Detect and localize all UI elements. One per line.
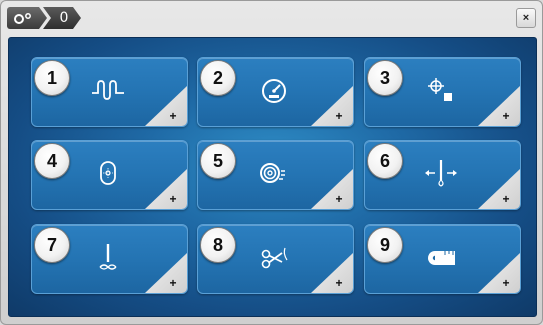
settings-toggle-icon: [13, 11, 35, 25]
tile-7[interactable]: 7 +: [31, 224, 188, 294]
scissors-icon: [261, 247, 288, 269]
tile-number-badge: 4: [34, 143, 70, 179]
needle-arrows-icon: [425, 160, 457, 187]
hoop-icon: [100, 161, 116, 185]
settings-panel: 1 + 2 + 3 + 4 + 5 + 6 + 7 + 8 + 9 +: [8, 37, 537, 317]
plus-icon: +: [502, 276, 510, 290]
breadcrumb: 0: [7, 7, 81, 29]
tile-1[interactable]: 1 +: [31, 57, 188, 127]
tile-number-badge: 5: [200, 143, 236, 179]
tile-number-badge: 9: [367, 227, 403, 263]
tile-corner: [478, 169, 520, 209]
tile-number-badge: 7: [34, 227, 70, 263]
breadcrumb-level[interactable]: 0: [43, 7, 81, 29]
crosshair-square-icon: [428, 78, 452, 101]
plus-icon: +: [502, 192, 510, 206]
tile-6[interactable]: 6 +: [364, 140, 521, 210]
tile-number-badge: 6: [367, 143, 403, 179]
tile-2[interactable]: 2 +: [197, 57, 354, 127]
speed-gauge-icon: [262, 79, 286, 103]
breadcrumb-level-label: 0: [59, 10, 69, 26]
tile-corner: [478, 86, 520, 126]
window-frame: 0 × 1 + 2 + 3 + 4 + 5 + 6 + 7 + 8 + 9 +: [0, 0, 543, 325]
tile-8[interactable]: 8 +: [197, 224, 354, 294]
plus-icon: +: [335, 276, 343, 290]
plus-icon: +: [335, 109, 343, 123]
close-icon: ×: [522, 12, 530, 24]
plus-icon: +: [169, 109, 177, 123]
plus-icon: +: [169, 192, 177, 206]
plus-icon: +: [169, 276, 177, 290]
tile-corner: [145, 86, 187, 126]
tile-number-badge: 8: [200, 227, 236, 263]
tile-corner: [145, 169, 187, 209]
tile-3[interactable]: 3 +: [364, 57, 521, 127]
tile-number-badge: 3: [367, 60, 403, 96]
tile-corner: [478, 253, 520, 293]
tile-corner: [311, 169, 353, 209]
tile-number-badge: 2: [200, 60, 236, 96]
tile-number-badge: 1: [34, 60, 70, 96]
tile-4[interactable]: 4 +: [31, 140, 188, 210]
tile-corner: [311, 86, 353, 126]
tile-5[interactable]: 5 +: [197, 140, 354, 210]
tile-corner: [311, 253, 353, 293]
needle-thread-icon: [99, 244, 117, 270]
tile-corner: [145, 253, 187, 293]
plus-icon: +: [335, 192, 343, 206]
tile-9[interactable]: 9 +: [364, 224, 521, 294]
thread-spool-icon: [260, 163, 285, 183]
plus-icon: +: [502, 109, 510, 123]
tape-measure-icon: [428, 251, 455, 265]
breadcrumb-settings[interactable]: [7, 7, 47, 29]
stitch-loop-icon: [92, 80, 124, 100]
close-button[interactable]: ×: [516, 8, 536, 28]
